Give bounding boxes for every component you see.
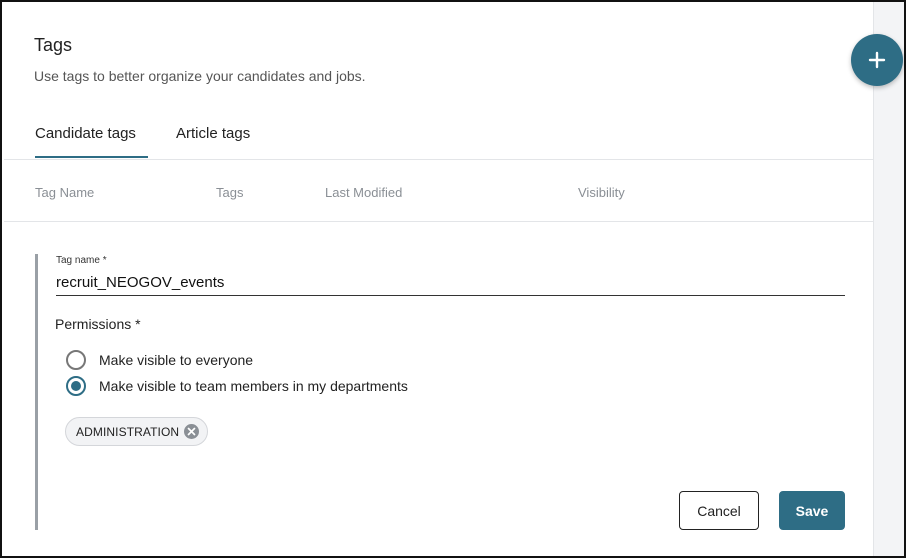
active-tab-indicator bbox=[35, 156, 148, 158]
tags-settings-panel: Tags Use tags to better organize your ca… bbox=[0, 0, 906, 558]
visible-to-departments-option[interactable]: Make visible to team members in my depar… bbox=[66, 375, 408, 397]
radio-checked[interactable] bbox=[66, 376, 86, 396]
header-divider bbox=[4, 221, 873, 222]
tabs-divider bbox=[4, 159, 873, 160]
cancel-button[interactable]: Cancel bbox=[679, 491, 759, 530]
save-button[interactable]: Save bbox=[779, 491, 845, 530]
add-tag-button[interactable] bbox=[851, 34, 903, 86]
visible-to-departments-label: Make visible to team members in my depar… bbox=[99, 378, 408, 394]
permissions-label: Permissions * bbox=[55, 316, 141, 332]
column-header-tags[interactable]: Tags bbox=[216, 185, 243, 200]
department-chip: ADMINISTRATION bbox=[65, 417, 209, 446]
visible-to-everyone-option[interactable]: Make visible to everyone bbox=[66, 349, 253, 371]
department-chip-label: ADMINISTRATION bbox=[76, 424, 180, 439]
tab-candidate-tags[interactable]: Candidate tags bbox=[35, 125, 136, 142]
edit-row-indicator bbox=[35, 254, 38, 530]
visible-to-everyone-label: Make visible to everyone bbox=[99, 352, 254, 368]
column-header-visibility[interactable]: Visibility bbox=[578, 185, 625, 200]
page-title: Tags bbox=[34, 35, 73, 55]
column-header-tag-name[interactable]: Tag Name bbox=[35, 185, 94, 200]
radio-unchecked[interactable] bbox=[66, 350, 86, 370]
close-circle-icon[interactable] bbox=[184, 424, 200, 439]
plus-icon bbox=[868, 51, 886, 69]
column-header-last-modified[interactable]: Last Modified bbox=[325, 185, 402, 200]
tag-name-label: Tag name * bbox=[56, 255, 107, 266]
tab-article-tags[interactable]: Article tags bbox=[176, 125, 250, 142]
page-subtitle: Use tags to better organize your candida… bbox=[34, 68, 366, 84]
tag-name-input[interactable]: recruit_NEOGOV_events bbox=[56, 274, 845, 296]
